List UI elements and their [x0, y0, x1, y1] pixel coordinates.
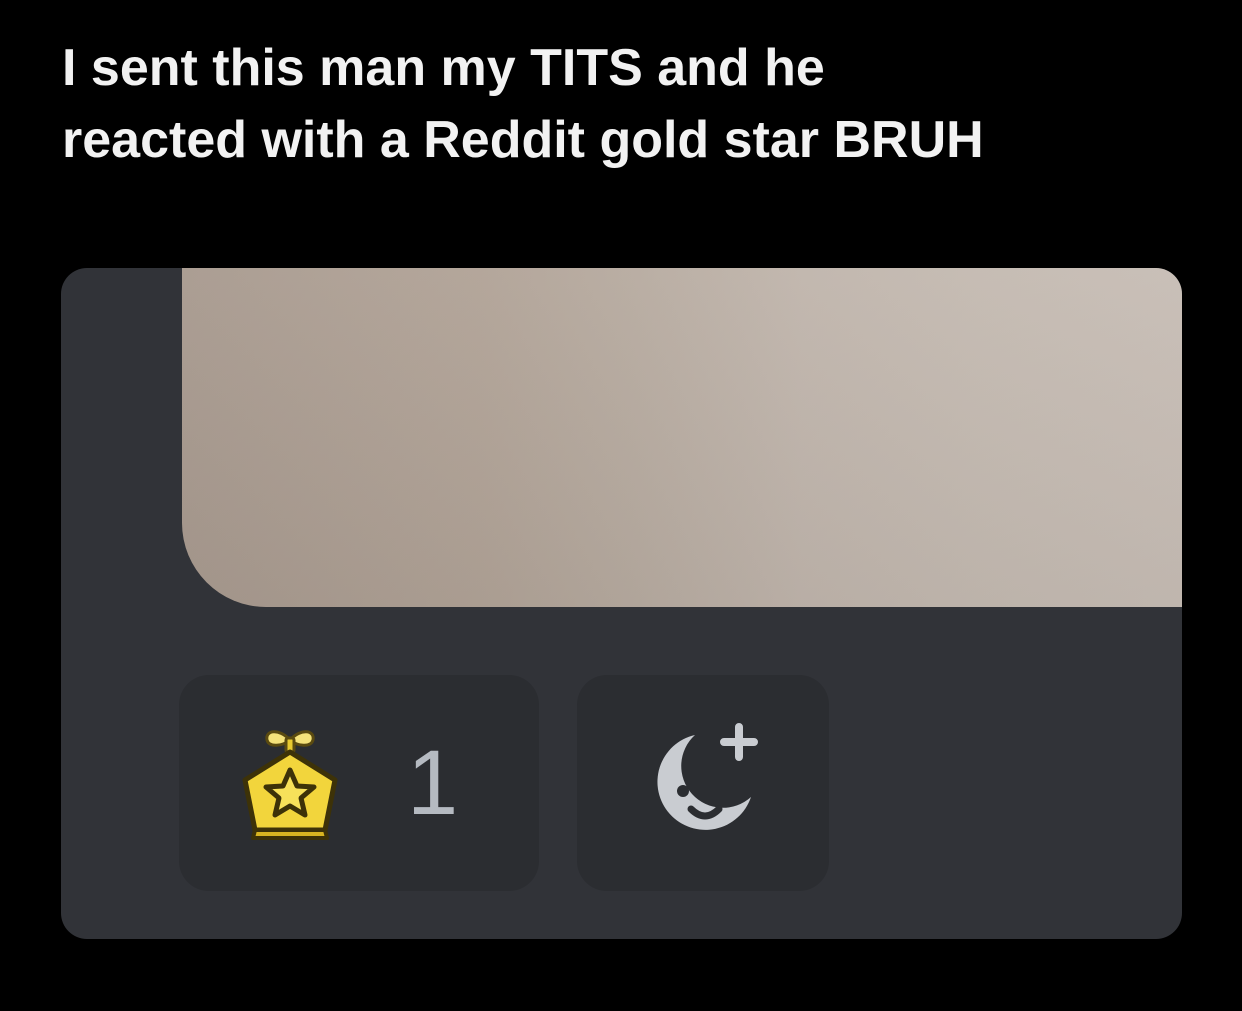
add-reaction-button[interactable]: [577, 675, 829, 891]
reaction-count: 1: [407, 732, 459, 834]
reddit-gold-star-icon: [242, 730, 338, 840]
caption-line-2: reacted with a Reddit gold star BRUH: [62, 111, 984, 169]
chat-message-card: 1: [61, 268, 1182, 939]
caption-line-1: I sent this man my TITS and he: [62, 39, 825, 97]
add-reaction-icon: [657, 723, 758, 830]
reaction-bar: 1: [179, 675, 829, 891]
meme-caption: I sent this man my TITS and he reacted w…: [62, 32, 1212, 176]
image-attachment[interactable]: [182, 268, 1182, 607]
gold-star-reaction-button[interactable]: 1: [179, 675, 539, 891]
